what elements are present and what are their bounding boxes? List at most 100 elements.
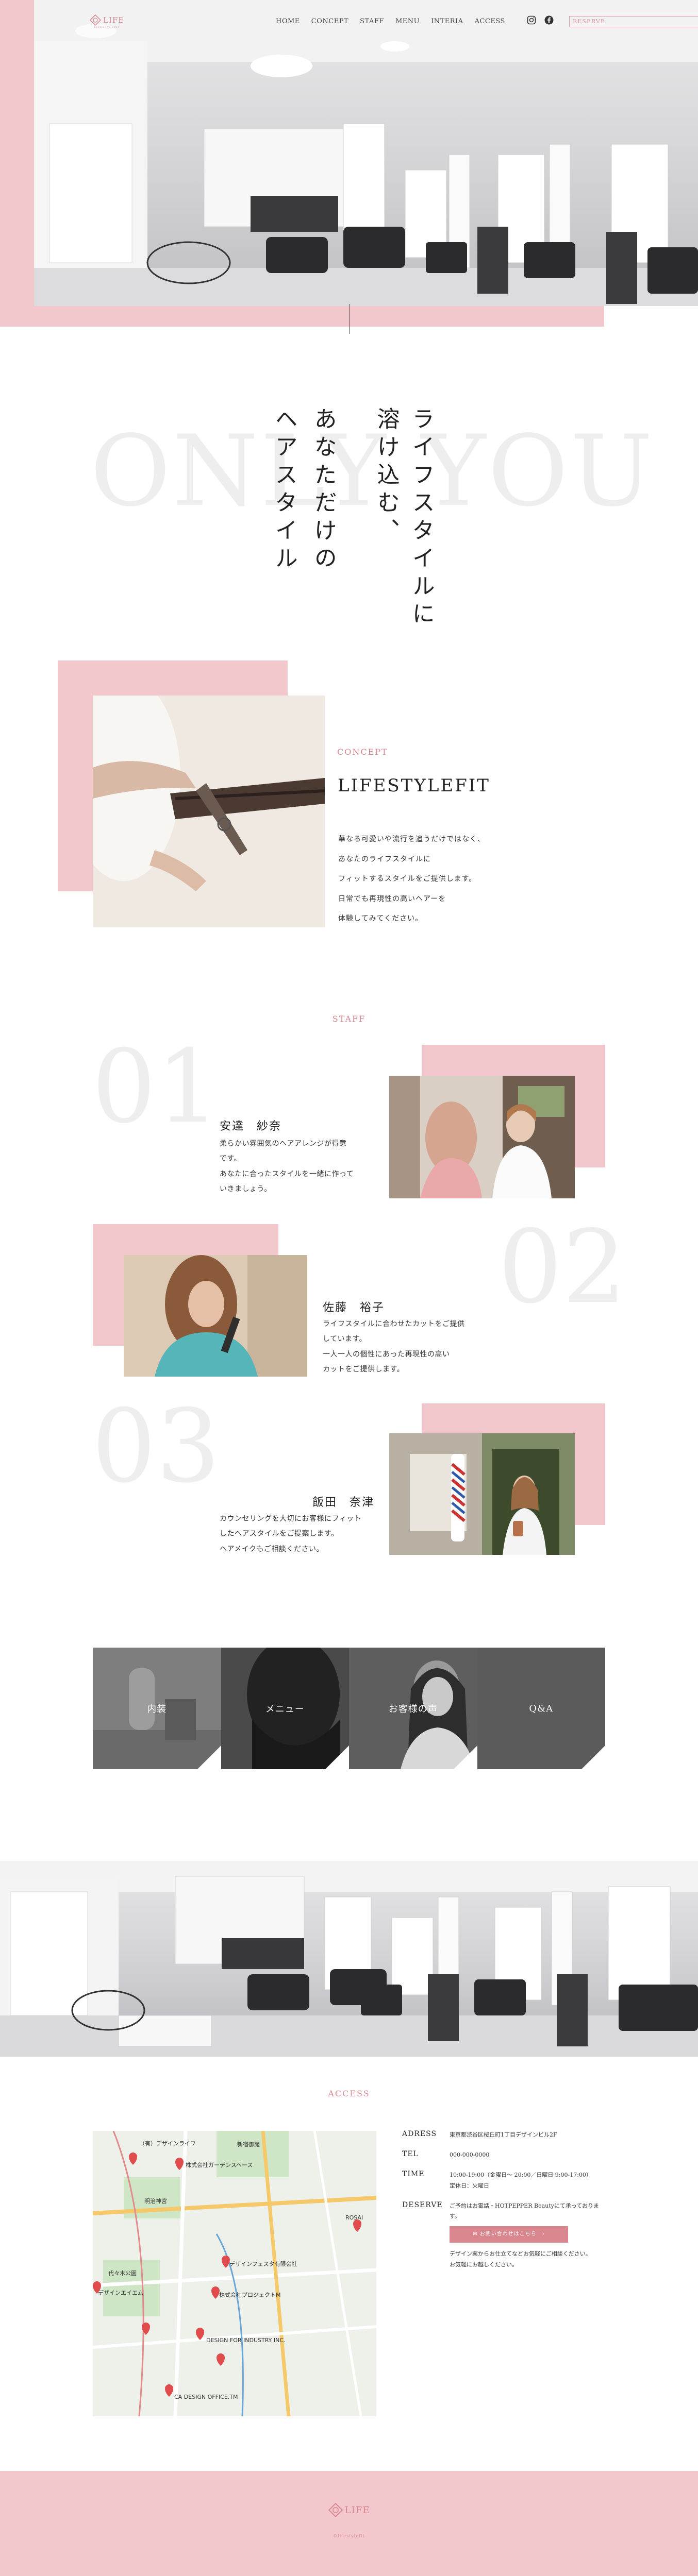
staff-desc-line: ヘアメイクもご相談ください。 (220, 1545, 324, 1553)
staff-desc-line: 柔らかい雰囲気のヘアアレンジが得意 (220, 1140, 347, 1148)
access-note: デザイン案からお仕立てなどお気軽にご相談ください。 お気軽にお越しください。 (450, 2249, 608, 2270)
info-value[interactable]: 000-000-0000 (450, 2150, 608, 2161)
main-nav: HOME CONCEPT STAFF MENU INTERIA ACCESS (276, 18, 505, 25)
tile-menu[interactable]: メニュー (221, 1648, 349, 1769)
nav-interia[interactable]: INTERIA (431, 18, 463, 25)
logo-subtext: LIFESTYLEFIT (94, 26, 120, 29)
instagram-icon[interactable] (527, 15, 536, 25)
catch-line-2: 溶け込む、 (373, 407, 400, 546)
staff-desc-line: したヘアスタイルをご提案します。 (220, 1530, 339, 1538)
hero-accent-bottom (0, 306, 604, 327)
facebook-icon[interactable] (544, 15, 554, 25)
access-note-line: お気軽にお越しください。 (450, 2261, 518, 2268)
staff-03-photo (389, 1433, 575, 1555)
access-info: ADRESS 東京都渋谷区桜丘町1丁目デザインビル2F TEL 000-000-… (402, 2130, 608, 2280)
header-logo[interactable]: LIFE LIFESTYLEFIT (90, 14, 124, 29)
staff-desc-line: いきましょう。 (220, 1185, 272, 1194)
map-label: 代々木公園 (108, 2270, 137, 2277)
staff-desc-line: カットをご提供します。 (323, 1365, 405, 1374)
staff-desc-line: です。 (220, 1155, 242, 1163)
staff-number-03: 03 (92, 1388, 221, 1505)
contact-button-label: お問い合わせはこちら (479, 2231, 537, 2238)
info-key: TEL (402, 2149, 419, 2158)
info-row-time: TIME 10:00-19:00（金曜日〜 20:00／日曜日 9:00-17:… (402, 2170, 608, 2192)
interior-photo (0, 1861, 698, 2057)
info-value: 東京都渋谷区桜丘町1丁目デザインビル2F (450, 2131, 557, 2138)
map-label: ROSAI (345, 2214, 363, 2221)
info-reserve-text: ご予約はお電話・HOTPEPPER Beautyにて承っております。 (450, 2202, 599, 2220)
access-map[interactable]: （有）デザインライフ 株式会社ガーデンスペース デザインフェスタ有限会社 株式会… (93, 2131, 376, 2416)
hero-salon-photo (34, 0, 698, 306)
logo-icon (90, 14, 101, 26)
hero-accent-left (0, 0, 34, 327)
info-value: 10:00-19:00（金曜日〜 20:00／日曜日 9:00-17:00） 定… (450, 2170, 608, 2192)
tile-voice-label: お客様の声 (388, 1704, 438, 1715)
staff-02-desc: ライフスタイルに合わせたカットをご提供 しています。 一人一人の個性にあった再現… (323, 1317, 465, 1378)
tile-interior[interactable]: 内装 (93, 1648, 221, 1769)
access-note-line: デザイン案からお仕立てなどお気軽にご相談ください。 (450, 2250, 591, 2258)
mail-icon: ✉ (473, 2231, 480, 2238)
staff-01-desc: 柔らかい雰囲気のヘアアレンジが得意 です。 あなたに合ったスタイルを一緒に作って… (220, 1137, 354, 1197)
staff-desc-line: カウンセリングを大切にお客様にフィット (220, 1515, 362, 1523)
tile-corner (197, 1745, 221, 1769)
reserve-button[interactable]: RESERVE (569, 16, 698, 27)
info-row-reserve: DESERVE ご予約はお電話・HOTPEPPER Beautyにて承っておりま… (402, 2201, 608, 2271)
info-key: DESERVE (402, 2200, 443, 2209)
menu-tiles: 内装 メニュー お客様の声 Q&A (93, 1648, 605, 1769)
hero-divider-line (349, 304, 350, 334)
map-label: 新宿御苑 (237, 2141, 260, 2148)
staff-02-name: 佐藤 裕子 (323, 1301, 385, 1314)
footer-logo[interactable]: LIFE (325, 2503, 373, 2517)
concept-text: 華なる可愛いや流行を追うだけではなく、 あなたのライフスタイルに フィットするス… (338, 829, 485, 929)
concept-text-line: あなたのライフスタイルに (338, 855, 431, 863)
map-label: デザインエイエム (98, 2289, 143, 2296)
info-time-holiday: 定休日：火曜日 (450, 2182, 489, 2189)
staff-desc-line: しています。 (323, 1335, 367, 1344)
staff-desc-line: 一人一人の個性にあった再現性の高い (323, 1350, 450, 1359)
staff-desc-line: あなたに合ったスタイルを一緒に作って (220, 1170, 354, 1178)
concept-text-line: 日常でも再現性の高いヘアーを (338, 894, 446, 903)
map-label: （有）デザインライフ (139, 2140, 196, 2147)
tile-corner (325, 1745, 349, 1769)
info-row-address: ADRESS 東京都渋谷区桜丘町1丁目デザインビル2F (402, 2130, 608, 2141)
info-time-hours: 10:00-19:00（金曜日〜 20:00／日曜日 9:00-17:00） (450, 2171, 592, 2178)
staff-01-name: 安達 紗奈 (220, 1120, 282, 1133)
map-label: DESIGN FOR INDUSTRY INC. (206, 2337, 286, 2344)
concept-photo (93, 696, 325, 927)
staff-number-01: 01 (92, 1028, 221, 1146)
nav-menu[interactable]: MENU (395, 18, 420, 25)
tile-voice[interactable]: お客様の声 (349, 1648, 477, 1769)
concept-text-line: 体験してみてください。 (338, 914, 423, 923)
concept-label: CONCEPT (337, 747, 388, 757)
staff-number-02: 02 (498, 1209, 627, 1326)
tile-corner (581, 1745, 605, 1769)
tile-qa-label: Q&A (529, 1703, 554, 1714)
map-label: 明治神宮 (144, 2197, 167, 2205)
info-key: TIME (402, 2170, 425, 2178)
logo-text: LIFE (103, 15, 125, 25)
info-value: ご予約はお電話・HOTPEPPER Beautyにて承っております。 ✉ お問い… (450, 2201, 608, 2271)
nav-concept[interactable]: CONCEPT (311, 18, 348, 25)
catch-line-3: あなただけの (310, 407, 337, 574)
info-row-tel: TEL 000-000-0000 (402, 2150, 608, 2161)
tile-corner (453, 1745, 477, 1769)
staff-01-photo (389, 1076, 575, 1198)
concept-title: LIFESTYLEFIT (338, 775, 490, 796)
nav-staff[interactable]: STAFF (360, 18, 384, 25)
staff-03-desc: カウンセリングを大切にお客様にフィット したヘアスタイルをご提案します。 ヘアメ… (220, 1512, 361, 1557)
logo-icon (328, 2503, 343, 2517)
footer-logo-text: LIFE (344, 2504, 370, 2516)
access-label: ACCESS (328, 2089, 370, 2098)
staff-03-name: 飯田 奈津 (312, 1496, 375, 1509)
arrow-right-icon: › (536, 2231, 545, 2238)
footer: LIFE ©lifestylefit (0, 2471, 698, 2576)
concept-text-line: フィットするスタイルをご提供します。 (338, 875, 477, 883)
map-label: デザインフェスタ有限会社 (229, 2260, 297, 2267)
tile-qa[interactable]: Q&A (477, 1648, 605, 1769)
map-label: 株式会社ガーデンスペース (186, 2161, 253, 2168)
info-key: ADRESS (402, 2130, 437, 2138)
tile-menu-label: メニュー (265, 1704, 305, 1715)
nav-home[interactable]: HOME (276, 18, 300, 25)
contact-button[interactable]: ✉ お問い合わせはこちら › (450, 2226, 568, 2243)
nav-access[interactable]: ACCESS (475, 18, 505, 25)
